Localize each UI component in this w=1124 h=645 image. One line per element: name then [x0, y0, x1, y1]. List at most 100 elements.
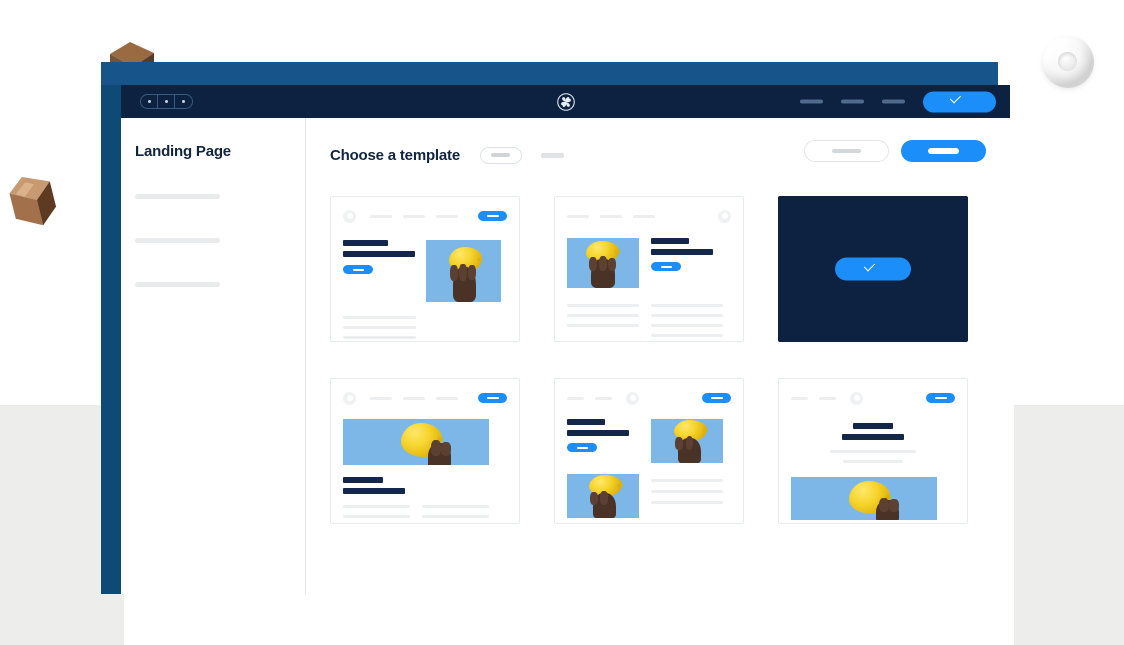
preview-heading-bar — [343, 251, 415, 257]
preview-nav-links — [567, 214, 655, 218]
titlebar-menu-item-2[interactable] — [841, 99, 864, 104]
secondary-action-button[interactable] — [804, 140, 889, 162]
preview-nav-link — [819, 396, 836, 400]
sidebar-item-2[interactable] — [135, 238, 220, 243]
primary-action-button[interactable] — [901, 140, 986, 162]
preview-hero-photo — [791, 477, 937, 520]
check-icon — [868, 265, 879, 273]
sidebar: Landing Page — [121, 118, 306, 594]
preview-nav-link — [633, 214, 655, 218]
content-actions — [804, 140, 986, 162]
preview-nav — [567, 209, 731, 223]
template-preview-5 — [555, 379, 743, 523]
glossy-sphere-icon — [1042, 36, 1094, 88]
template-preview-4 — [331, 379, 519, 523]
preview-cta-button — [702, 393, 731, 403]
preview-text-line — [422, 505, 489, 508]
preview-text-line — [343, 326, 416, 329]
header-flat-placeholder[interactable] — [540, 152, 564, 158]
preview-nav-link — [791, 396, 808, 400]
window-top-accent — [101, 62, 998, 85]
window-control-close[interactable] — [141, 95, 158, 108]
sidebar-item-1[interactable] — [135, 194, 220, 199]
template-selected-button[interactable] — [835, 257, 911, 281]
window-controls-icon[interactable] — [140, 94, 193, 109]
preview-photo — [426, 240, 501, 302]
template-card-2[interactable] — [554, 196, 744, 342]
template-card-1[interactable] — [330, 196, 520, 342]
preview-heading-bar — [343, 488, 405, 494]
preview-text-line — [567, 304, 639, 307]
preview-nav-link — [567, 214, 589, 218]
preview-heading-bar — [651, 249, 713, 255]
template-card-6[interactable] — [778, 378, 968, 524]
template-preview-2 — [555, 197, 743, 341]
preview-nav-link — [370, 214, 392, 218]
brand-logo-icon — [343, 209, 356, 223]
preview-nav-link — [567, 396, 584, 400]
preview-nav-link — [370, 396, 392, 400]
preview-cta-button — [926, 393, 955, 403]
preview-text-line — [422, 515, 489, 518]
preview-text-line — [843, 460, 903, 463]
preview-nav-links — [791, 396, 836, 400]
template-card-5[interactable] — [554, 378, 744, 524]
page-title: Landing Page — [135, 143, 231, 160]
preview-text-line — [343, 515, 410, 518]
preview-text-line — [651, 479, 723, 482]
preview-cta-pill — [567, 443, 597, 452]
brand-logo-icon — [343, 391, 356, 405]
preview-nav-link — [595, 396, 612, 400]
window-control-minimize[interactable] — [158, 95, 175, 108]
preview-heading-bar — [343, 240, 388, 246]
titlebar-menu-item-3[interactable] — [882, 99, 905, 104]
preview-heading-bar — [651, 238, 689, 244]
preview-hero-photo — [343, 419, 489, 465]
app-window: Landing Page Choose a template — [101, 62, 1010, 594]
template-card-4[interactable] — [330, 378, 520, 524]
sidebar-item-3[interactable] — [135, 282, 220, 287]
preview-nav-link — [403, 396, 425, 400]
preview-cta-pill — [651, 262, 681, 271]
window-side-rail — [101, 62, 121, 594]
header-pill-placeholder[interactable] — [479, 146, 522, 164]
preview-text-line — [651, 314, 723, 317]
main-content: Choose a template — [306, 118, 1010, 594]
preview-text-line — [830, 450, 916, 453]
app-body: Landing Page Choose a template — [121, 118, 1010, 594]
preview-nav-links — [370, 396, 458, 400]
sidebar-list — [135, 194, 305, 287]
titlebar-menu-item-1[interactable] — [800, 99, 823, 104]
preview-text-line — [567, 324, 639, 327]
preview-cta-button — [478, 211, 507, 221]
preview-nav — [343, 391, 507, 405]
preview-text-line — [651, 490, 723, 493]
cardboard-box-icon — [2, 167, 65, 235]
spiral-logo-icon — [556, 92, 575, 111]
template-card-3-selected[interactable] — [778, 196, 968, 342]
preview-photo — [567, 238, 639, 288]
check-icon — [954, 98, 965, 106]
preview-heading-bar — [567, 419, 605, 425]
template-preview-1 — [331, 197, 519, 341]
preview-nav — [567, 391, 731, 405]
brand-logo-icon — [626, 391, 639, 405]
preview-text-line — [343, 336, 416, 339]
preview-text-line — [651, 501, 723, 504]
window-control-maximize[interactable] — [175, 95, 192, 108]
preview-nav-link — [436, 214, 458, 218]
window-titlebar — [121, 85, 1010, 118]
titlebar-confirm-button[interactable] — [923, 91, 996, 112]
preview-nav-link — [403, 214, 425, 218]
preview-text-line — [343, 505, 410, 508]
preview-heading-bar — [343, 477, 383, 483]
preview-heading-bar — [853, 423, 893, 429]
preview-text-line — [567, 314, 639, 317]
preview-heading-bar — [842, 434, 904, 440]
preview-text-line — [651, 324, 723, 327]
preview-nav-links — [567, 396, 612, 400]
preview-nav-link — [436, 396, 458, 400]
preview-cta-button — [478, 393, 507, 403]
preview-text-line — [651, 334, 723, 337]
background-band-right — [1014, 405, 1124, 645]
